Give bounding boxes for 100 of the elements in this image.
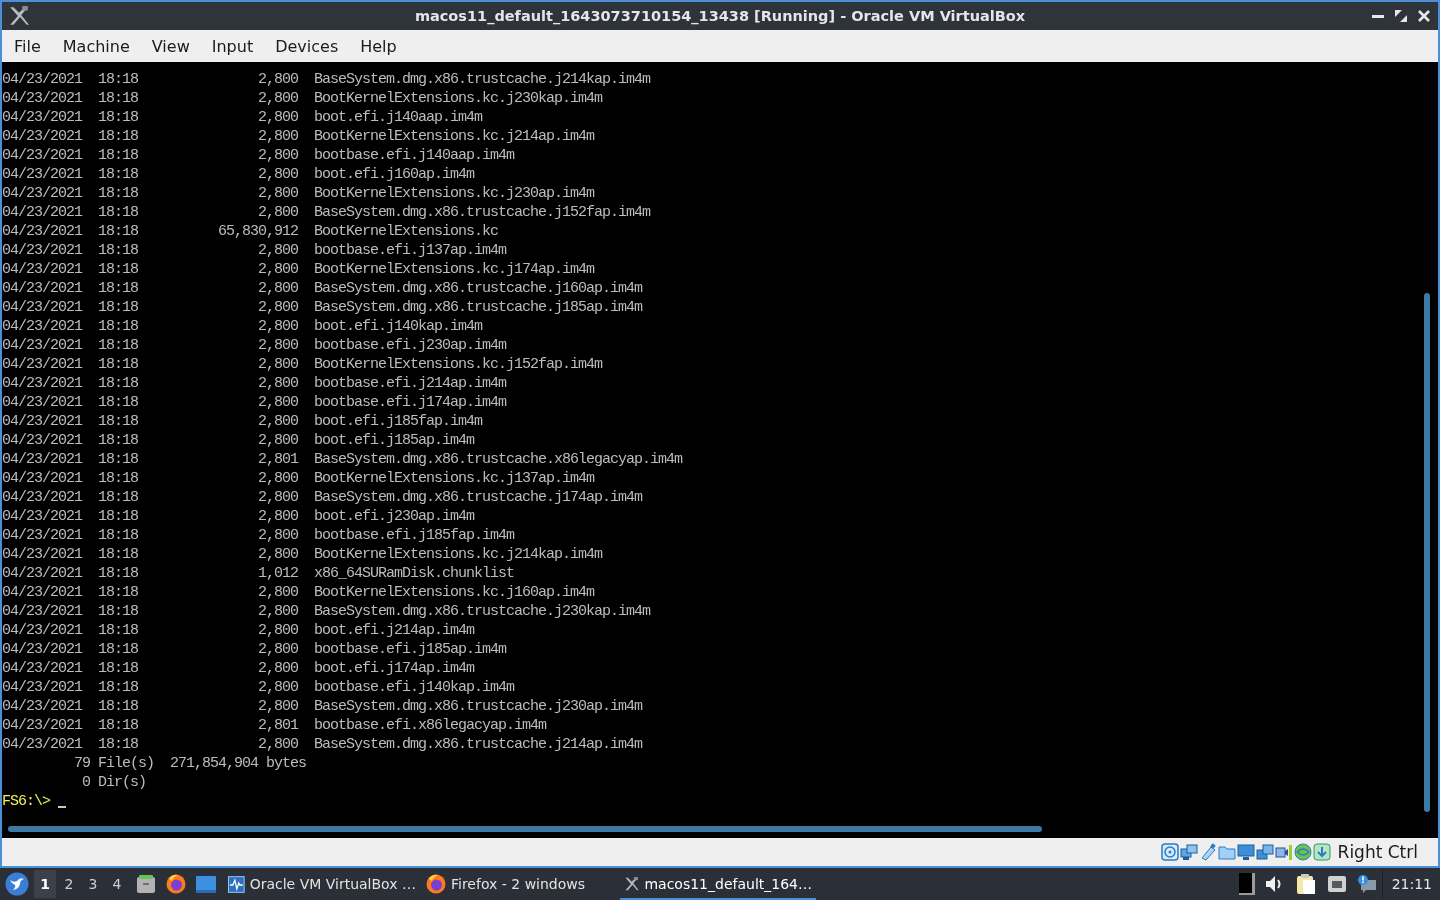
workspace-button[interactable]: 2 (58, 870, 80, 898)
workspace-button[interactable]: 1 (34, 870, 56, 898)
menu-item[interactable]: File (3, 33, 52, 59)
file-time: 18:18 (98, 108, 138, 127)
item-count: 79 (73, 754, 90, 773)
horizontal-scrollbar[interactable] (8, 826, 1042, 832)
file-name: BaseSystem.dmg.x86.trustcache.j185ap.im4m (314, 298, 643, 317)
file-time: 18:18 (98, 317, 138, 336)
file-size: 2,800 (257, 241, 298, 260)
file-date: 04/23/2021 (2, 545, 82, 564)
browser-icon (426, 874, 446, 894)
file-date: 04/23/2021 (2, 108, 82, 127)
start-menu-icon (5, 872, 29, 896)
file-date: 04/23/2021 (2, 735, 82, 754)
close-button[interactable] (1416, 8, 1432, 24)
file-size: 2,800 (257, 317, 298, 336)
file-time: 18:18 (98, 222, 138, 241)
file-time: 18:18 (98, 507, 138, 526)
file-size: 2,800 (257, 70, 298, 89)
file-name: bootbase.efi.j230ap.im4m (314, 336, 507, 355)
file-name: bootbase.efi.j140aap.im4m (314, 146, 515, 165)
file-name: boot.efi.j214ap.im4m (314, 621, 475, 640)
file-date: 04/23/2021 (2, 279, 82, 298)
maximize-button[interactable] (1393, 8, 1409, 24)
file-date: 04/23/2021 (2, 260, 82, 279)
file-name: BootKernelExtensions.kc.j214ap.im4m (314, 127, 595, 146)
file-name: BootKernelExtensions.kc.j174ap.im4m (314, 260, 595, 279)
file-time: 18:18 (98, 545, 138, 564)
file-name: BootKernelExtensions.kc (314, 222, 499, 241)
globe-icon[interactable] (1293, 843, 1312, 861)
file-size: 2,800 (257, 697, 298, 716)
file-date: 04/23/2021 (2, 583, 82, 602)
count-label: Dir(s) (98, 773, 147, 792)
file-date: 04/23/2021 (2, 640, 82, 659)
file-time: 18:18 (98, 735, 138, 754)
display-icon[interactable] (1236, 843, 1255, 861)
file-time: 18:18 (98, 526, 138, 545)
file-name: boot.efi.j140kap.im4m (314, 317, 483, 336)
file-time: 18:18 (98, 203, 138, 222)
file-size: 2,800 (257, 621, 298, 640)
file-size: 1,012 (257, 564, 298, 583)
file-name: bootbase.efi.j140kap.im4m (314, 678, 515, 697)
file-time: 18:18 (98, 640, 138, 659)
workspace-button[interactable]: 4 (106, 870, 128, 898)
menu-item[interactable]: Help (349, 33, 408, 59)
network-icon[interactable] (1179, 843, 1198, 861)
file-date: 04/23/2021 (2, 602, 82, 621)
file-name: bootbase.efi.j214ap.im4m (314, 374, 507, 393)
taskbar-task[interactable]: macos11_default_164… (620, 868, 816, 900)
file-date: 04/23/2021 (2, 431, 82, 450)
menu-item[interactable]: Devices (264, 33, 350, 59)
cursor-icon (58, 805, 66, 808)
file-name: x86_64SURamDisk.chunklist (314, 564, 515, 583)
file-name: bootbase.efi.j174ap.im4m (314, 393, 507, 412)
clipboard-icon (1294, 873, 1317, 895)
file-date: 04/23/2021 (2, 697, 82, 716)
file-time: 18:18 (98, 165, 138, 184)
menu-item[interactable]: View (140, 33, 201, 59)
disc-icon[interactable] (1160, 843, 1179, 861)
file-date: 04/23/2021 (2, 241, 82, 260)
file-time: 18:18 (98, 697, 138, 716)
file-size: 2,800 (257, 488, 298, 507)
file-name: BootKernelExtensions.kc.j160ap.im4m (314, 583, 595, 602)
file-size: 2,801 (257, 450, 298, 469)
file-date: 04/23/2021 (2, 355, 82, 374)
file-name: BaseSystem.dmg.x86.trustcache.j174ap.im4m (314, 488, 643, 507)
file-time: 18:18 (98, 602, 138, 621)
file-date: 04/23/2021 (2, 89, 82, 108)
file-time: 18:18 (98, 336, 138, 355)
menu-item[interactable]: Machine (51, 33, 141, 59)
file-time: 18:18 (98, 127, 138, 146)
file-size: 2,800 (257, 678, 298, 697)
file-name: boot.efi.j230ap.im4m (314, 507, 475, 526)
file-date: 04/23/2021 (2, 412, 82, 431)
workspace-button[interactable]: 3 (82, 870, 104, 898)
file-time: 18:18 (98, 393, 138, 412)
file-date: 04/23/2021 (2, 184, 82, 203)
file-time: 18:18 (98, 621, 138, 640)
file-name: BootKernelExtensions.kc.j214kap.im4m (314, 545, 603, 564)
file-name: boot.efi.j174ap.im4m (314, 659, 475, 678)
file-name: BootKernelExtensions.kc.j230kap.im4m (314, 89, 603, 108)
file-size: 2,800 (257, 89, 298, 108)
clock[interactable]: 21:11 (1381, 870, 1440, 898)
video-camera-icon[interactable] (1274, 843, 1293, 861)
file-size: 2,800 (257, 583, 298, 602)
file-time: 18:18 (98, 469, 138, 488)
vertical-scrollbar[interactable] (1424, 293, 1430, 812)
file-time: 18:18 (98, 70, 138, 89)
file-name: bootbase.efi.x86legacyap.im4m (314, 716, 547, 735)
file-date: 04/23/2021 (2, 165, 82, 184)
file-name: bootbase.efi.j185fap.im4m (314, 526, 515, 545)
file-date: 04/23/2021 (2, 716, 82, 735)
screens-icon[interactable] (1255, 843, 1274, 861)
file-size: 2,800 (257, 659, 298, 678)
count-label: File(s) (98, 754, 155, 773)
taskbar-task[interactable]: Oracle VM VirtualBox … (224, 868, 420, 900)
taskbar-task[interactable]: Firefox - 2 windows (422, 868, 618, 900)
file-name: BootKernelExtensions.kc.j152fap.im4m (314, 355, 603, 374)
menu-item[interactable]: Input (200, 33, 265, 59)
file-size: 2,800 (257, 165, 298, 184)
